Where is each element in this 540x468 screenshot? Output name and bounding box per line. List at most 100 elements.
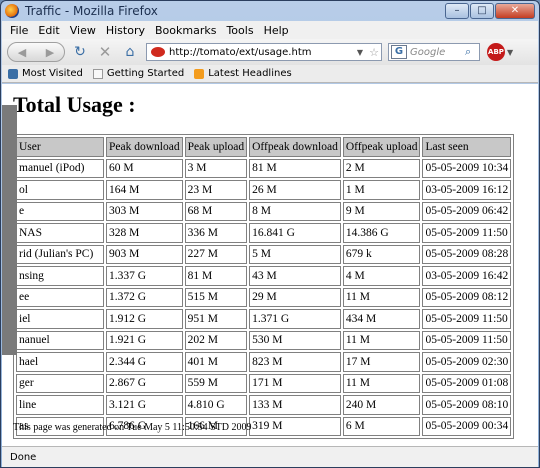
menu-bookmarks[interactable]: Bookmarks: [155, 24, 216, 37]
bookmark-latest-headlines[interactable]: Latest Headlines: [194, 68, 292, 79]
maximize-button[interactable]: □: [470, 3, 494, 19]
table-cell: 81 M: [249, 158, 341, 178]
bookmark-star-icon[interactable]: ☆: [367, 46, 381, 59]
table-cell: 68 M: [184, 201, 248, 221]
table-cell: 43 M: [249, 266, 341, 286]
table-cell: manuel (iPod): [16, 158, 104, 178]
bookmark-label: Getting Started: [106, 68, 185, 79]
table-cell: 05-05-2009 08:10: [422, 395, 512, 415]
table-cell: 8 M: [249, 201, 341, 221]
table-row: nsing 1.337 G 81 M 43 M4 M 03-05-2009 16:42: [16, 266, 512, 286]
back-forward-group: ◀ ▶: [7, 42, 65, 62]
table-cell: NAS: [16, 223, 104, 243]
table-body: manuel (iPod) 60 M3 M 81 M2 M 05-05-2009 10…: [16, 158, 512, 436]
search-icon[interactable]: ⌕: [465, 45, 479, 59]
bookmark-most-visited[interactable]: Most Visited: [8, 68, 83, 79]
table-cell: 1.371 G: [249, 309, 341, 329]
minimize-button[interactable]: –: [445, 3, 469, 19]
table-row: iel 1.912 G 951 M 1.371 G 434 M 05-05-2009 11…: [16, 309, 512, 329]
google-engine-icon[interactable]: G: [391, 45, 407, 59]
table-row: rid (Julian's PC) 903 M 227 M5 M 679 k 05-05…: [16, 244, 512, 264]
table-cell: 1.337 G: [106, 266, 183, 286]
table-cell: 05-05-2009 11:50: [422, 309, 512, 329]
page-title: Total Usage :: [13, 92, 136, 117]
page-content: Total Usage : User Peak download Peak up…: [2, 84, 538, 446]
menu-edit[interactable]: Edit: [38, 24, 59, 37]
table-cell: 11 M: [342, 373, 421, 393]
back-button[interactable]: ◀: [18, 46, 26, 59]
table-cell: 133 M: [249, 395, 341, 415]
home-icon[interactable]: ⌂: [120, 42, 140, 62]
table-cell: 2 M: [342, 158, 421, 178]
table-cell: 17 M: [342, 352, 421, 372]
table-cell: 227 M: [184, 244, 248, 264]
close-button[interactable]: ✕: [495, 3, 535, 19]
forward-button[interactable]: ▶: [46, 46, 54, 59]
table-cell: 05-05-2009 08:28: [422, 244, 512, 264]
table-cell: ee: [16, 287, 104, 307]
table-cell: 164 M: [106, 180, 183, 200]
table-cell: 1.921 G: [106, 330, 183, 350]
menu-history[interactable]: History: [106, 24, 145, 37]
menu-help[interactable]: Help: [264, 24, 289, 37]
table-cell: 319 M: [249, 416, 341, 436]
table-cell: 16.841 G: [249, 223, 341, 243]
column-header: Offpeak upload: [342, 137, 421, 157]
table-cell: 2.344 G: [106, 352, 183, 372]
adblock-dropdown-icon[interactable]: ▼: [507, 48, 513, 57]
table-cell: 6 M: [342, 416, 421, 436]
table-header-row: User Peak download Peak upload Offpeak d…: [16, 137, 512, 157]
table-cell: nsing: [16, 266, 104, 286]
address-bar[interactable]: http://tomato/ext/usage.htm ▼ ☆: [146, 43, 382, 61]
table-cell: line: [16, 395, 104, 415]
browser-window: Traffic - Mozilla Firefox – □ ✕ File Edi…: [0, 0, 540, 468]
table-cell: 401 M: [184, 352, 248, 372]
title-bar: Traffic - Mozilla Firefox – □ ✕: [1, 1, 539, 21]
bookmark-getting-started[interactable]: Getting Started: [92, 68, 185, 79]
table-cell: 679 k: [342, 244, 421, 264]
table-cell: ol: [16, 180, 104, 200]
window-title: Traffic - Mozilla Firefox: [25, 4, 158, 18]
table-cell: 202 M: [184, 330, 248, 350]
table-cell: 05-05-2009 11:50: [422, 223, 512, 243]
table-cell: 05-05-2009 01:08: [422, 373, 512, 393]
table-cell: 05-05-2009 10:34: [422, 158, 512, 178]
url-dropdown-icon[interactable]: ▼: [353, 48, 367, 57]
stop-icon[interactable]: ✕: [95, 42, 115, 62]
table-cell: 1 M: [342, 180, 421, 200]
address-url[interactable]: http://tomato/ext/usage.htm: [169, 47, 353, 58]
status-text: Done: [10, 451, 37, 463]
table-cell: 26 M: [249, 180, 341, 200]
reload-icon[interactable]: ↻: [70, 42, 90, 62]
generated-footer: This page was generated on Tue May 5 11:…: [13, 422, 252, 433]
table-row: ol 164 M 23 M 26 M1 M 03-05-2009 16:12: [16, 180, 512, 200]
table-row: NAS 328 M 336 M 16.841 G 14.386 G 05-05-2009 …: [16, 223, 512, 243]
search-placeholder[interactable]: Google: [410, 47, 465, 58]
menu-tools[interactable]: Tools: [226, 24, 253, 37]
table-cell: 515 M: [184, 287, 248, 307]
table-row: line 3.121 G 4.810 G 133 M 240 M 05-05-2009 0…: [16, 395, 512, 415]
table-cell: 240 M: [342, 395, 421, 415]
table-cell: 1.912 G: [106, 309, 183, 329]
table-cell: 2.867 G: [106, 373, 183, 393]
column-header: User: [16, 137, 104, 157]
window-controls: – □ ✕: [445, 3, 535, 19]
table-cell: 29 M: [249, 287, 341, 307]
table-cell: 823 M: [249, 352, 341, 372]
table-row: e 303 M 68 M8 M9 M 05-05-2009 06:42: [16, 201, 512, 221]
table-cell: 171 M: [249, 373, 341, 393]
table-cell: 434 M: [342, 309, 421, 329]
bookmark-label: Most Visited: [22, 68, 83, 79]
table-cell: 05-05-2009 08:12: [422, 287, 512, 307]
search-box[interactable]: G Google ⌕: [388, 43, 480, 61]
table-cell: 9 M: [342, 201, 421, 221]
menu-view[interactable]: View: [70, 24, 96, 37]
table-cell: 336 M: [184, 223, 248, 243]
site-favicon-icon: [151, 47, 165, 57]
table-cell: 559 M: [184, 373, 248, 393]
table-cell: 14.386 G: [342, 223, 421, 243]
adblock-plus-icon[interactable]: ABP: [487, 43, 505, 61]
menu-file[interactable]: File: [10, 24, 28, 37]
table-cell: 3 M: [184, 158, 248, 178]
table-cell: 303 M: [106, 201, 183, 221]
